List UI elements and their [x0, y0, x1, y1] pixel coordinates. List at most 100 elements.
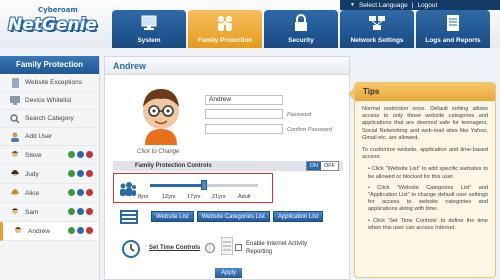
delete-icon[interactable] [86, 208, 93, 215]
age-slider-thumb[interactable] [201, 180, 207, 190]
logout-link[interactable]: Logout [417, 2, 437, 9]
apply-button[interactable]: Apply [215, 268, 243, 278]
tab-security[interactable]: Security [264, 10, 338, 48]
sidebar-user-judy[interactable]: Judy [0, 165, 99, 184]
edit-user-icon[interactable] [77, 189, 84, 196]
logs-icon [447, 15, 459, 31]
password-field[interactable] [205, 109, 283, 119]
user-actions [68, 170, 93, 177]
avatar [10, 150, 20, 160]
age-label-17yrs: 17yrs [187, 194, 201, 200]
tips-item: • Click "Website List" to add specific w… [368, 166, 488, 180]
tab-label: System [137, 37, 161, 44]
sidebar-user-sam[interactable]: Sam [0, 203, 99, 222]
main-tabs: System Family Protection Security Networ… [112, 10, 490, 48]
tab-family-protection[interactable]: Family Protection [188, 10, 262, 48]
clock-icon [122, 240, 140, 258]
application-list-button[interactable]: Application List [272, 211, 324, 222]
sidebar-title: Family Protection [0, 56, 99, 74]
document-icon [10, 77, 20, 88]
list-buttons: Website List Website Categories List App… [151, 211, 324, 222]
tab-network-settings[interactable]: Network Settings [340, 10, 414, 48]
checkmark-icon[interactable] [68, 227, 75, 234]
user-actions [68, 208, 93, 215]
age-slider-fill [150, 184, 204, 187]
confirm-password-label: Confirm Password [287, 127, 332, 133]
tab-label: Family Protection [197, 37, 253, 44]
device-icon [10, 96, 20, 106]
toggle-off[interactable]: OFF [321, 162, 338, 170]
tips-intro: Normal restriction zone. Default setting… [362, 106, 488, 141]
delete-icon[interactable] [86, 189, 93, 196]
delete-icon[interactable] [86, 151, 93, 158]
user-avatar-large[interactable] [131, 85, 191, 145]
edit-user-icon[interactable] [77, 151, 84, 158]
sidebar-item-website-exceptions[interactable]: Website Exceptions [0, 74, 99, 92]
sidebar-item-add-user[interactable]: Add User [0, 128, 99, 146]
confirm-password-field[interactable] [205, 124, 283, 134]
select-language-link[interactable]: Select Language [359, 2, 408, 9]
age-slider-box: 8yrs 12yrs 17yrs 21yrs Adult [113, 173, 273, 203]
user-actions [68, 189, 93, 196]
toggle-on[interactable]: ON [306, 162, 321, 170]
age-slider-track[interactable] [150, 180, 258, 190]
checkmark-icon[interactable] [68, 151, 75, 158]
age-label-21yrs: 21yrs [212, 194, 226, 200]
user-name: Sam [25, 208, 39, 216]
logo-brand: Cyberoam [38, 6, 78, 14]
edit-user-icon[interactable] [77, 208, 84, 215]
enable-reporting-label: Enable Internet Activity Reporting [246, 241, 308, 255]
website-list-button[interactable]: Website List [151, 211, 194, 222]
delete-icon[interactable] [86, 227, 93, 234]
sidebar: Family Protection Website Exceptions Dev… [0, 56, 100, 280]
tips-customize: To customize website, application and ti… [362, 147, 488, 161]
user-actions [68, 151, 93, 158]
age-label-adult: Adult [238, 194, 251, 200]
user-name: Andrew [28, 227, 51, 235]
checkmark-icon[interactable] [68, 208, 75, 215]
kids-icon [120, 182, 136, 196]
tab-label: Network Settings [350, 37, 404, 44]
sidebar-item-device-whitelist[interactable]: Device Whitelist [0, 92, 99, 110]
netgenie-logo[interactable]: Cyberoam NetGenie [8, 6, 104, 40]
list-settings-icon [120, 210, 138, 224]
sidebar-item-search-category[interactable]: Search Category [0, 110, 99, 128]
username-field[interactable]: Andrew [205, 95, 283, 105]
tips-title: Tips [355, 83, 495, 101]
family-protection-controls-bar: Family Protection Controls ON OFF [113, 161, 343, 171]
sidebar-item-label: Add User [25, 133, 53, 140]
header-bar: Cyberoam NetGenie ▼ Select Language | Lo… [0, 0, 500, 48]
checkmark-icon[interactable] [68, 189, 75, 196]
tab-label: Security [288, 37, 314, 44]
tips-body: Normal restriction zone. Default setting… [355, 101, 495, 241]
tab-logs-and-reports[interactable]: Logs and Reports [416, 10, 490, 48]
user-name: Alice [25, 189, 40, 197]
network-icon [369, 16, 385, 30]
sidebar-user-andrew[interactable]: Andrew [0, 222, 99, 241]
protection-toggle[interactable]: ON OFF [305, 161, 339, 171]
tab-system[interactable]: System [112, 10, 186, 48]
lock-icon [295, 14, 307, 31]
tips-panel: Tips Normal restriction zone. Default se… [354, 82, 496, 278]
sidebar-item-label: Website Exceptions [25, 79, 82, 86]
caret-down-icon: ▼ [350, 2, 355, 8]
sidebar-item-label: Search Category [25, 115, 74, 122]
separator: | [411, 1, 414, 9]
top-links-bar: ▼ Select Language | Logout [340, 0, 500, 10]
avatar [10, 188, 20, 198]
delete-icon[interactable] [86, 170, 93, 177]
enable-reporting-checkbox[interactable] [235, 244, 242, 251]
set-time-controls-link[interactable]: Set Time Controls [149, 245, 200, 251]
click-to-change-link[interactable]: Click to Change [137, 149, 179, 155]
time-settings-icon[interactable] [205, 243, 215, 253]
sidebar-item-label: Device Whitelist [25, 97, 72, 104]
avatar [10, 207, 20, 217]
tab-label: Logs and Reports [425, 37, 481, 44]
sidebar-user-alice[interactable]: Alice [0, 184, 99, 203]
edit-user-icon[interactable] [77, 170, 84, 177]
edit-user-icon[interactable] [77, 227, 84, 234]
checkmark-icon[interactable] [68, 170, 75, 177]
website-categories-list-button[interactable]: Website Categories List [196, 211, 270, 222]
tips-item: • Click "Website Categories List" and "A… [368, 184, 488, 213]
sidebar-user-steve[interactable]: Steve [0, 146, 99, 165]
